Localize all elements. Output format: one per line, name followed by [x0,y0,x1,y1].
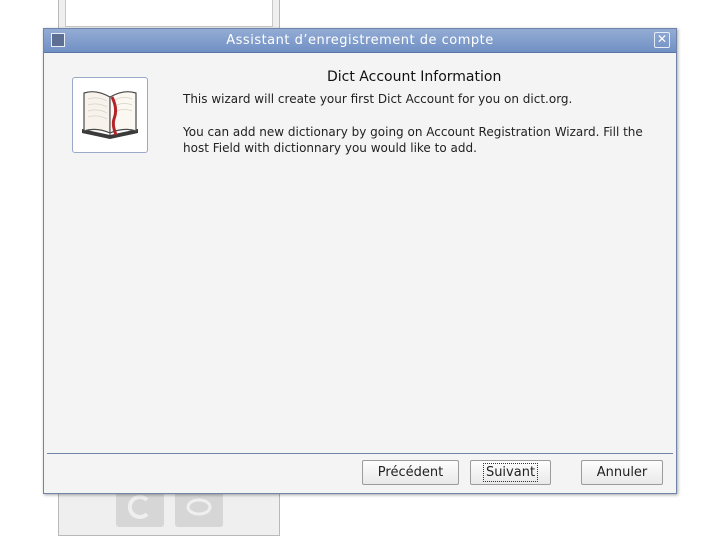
previous-button-label: Précédent [377,465,444,480]
close-button[interactable]: ✕ [654,32,670,48]
page-heading: Dict Account Information [327,69,502,85]
next-button[interactable]: Suivant [470,460,551,485]
account-wizard-dialog: Assistant d’enregistrement de compte ✕ D… [43,28,677,494]
details-text: You can add new dictionary by going on A… [183,125,643,155]
next-button-label: Suivant [482,463,539,482]
book-icon [82,91,138,139]
wizard-image [72,77,148,153]
previous-button[interactable]: Précédent [362,460,459,485]
intro-text: This wizard will create your first Dict … [183,92,573,106]
background-panel [65,0,273,27]
cancel-button-label: Annuler [596,465,648,480]
window-title: Assistant d’enregistrement de compte [226,33,494,48]
button-separator [47,453,673,454]
cancel-button[interactable]: Annuler [581,460,663,485]
title-bar[interactable]: Assistant d’enregistrement de compte ✕ [44,29,676,53]
